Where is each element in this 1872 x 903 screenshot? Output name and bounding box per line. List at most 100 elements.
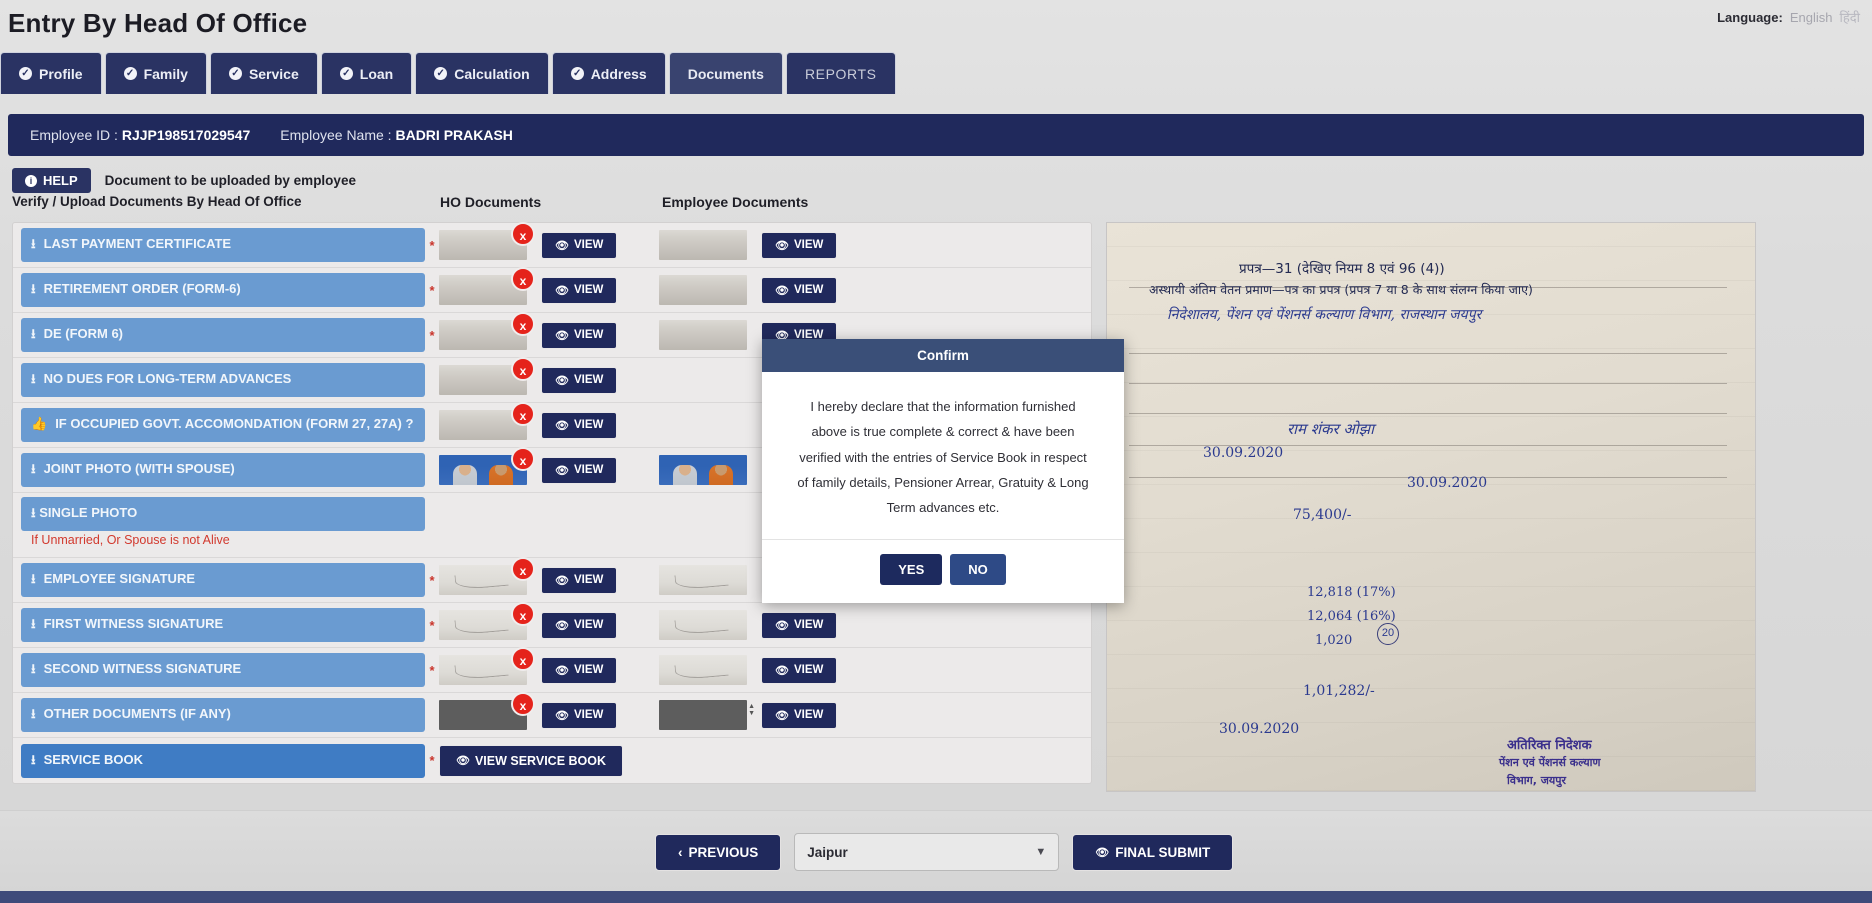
document-upload-no-dues-long-term-advances[interactable]: ⭳ NO DUES FOR LONG-TERM ADVANCES [21, 363, 425, 397]
view-employee-document-button[interactable]: 👁 VIEW [761, 611, 838, 639]
language-hindi-option[interactable]: हिंदी [1839, 8, 1860, 26]
remove-ho-document-button[interactable]: x [511, 267, 535, 291]
check-circle-icon: ✓ [570, 67, 584, 80]
preview-line-3: निदेशालय, पेंशन एवं पेंशनर्स कल्याण विभा… [1167, 307, 1482, 323]
help-button[interactable]: i HELP [12, 168, 91, 193]
document-preview-panel[interactable]: प्रपत्र—31 (देखिए नियम 8 एवं 96 (4)) अस्… [1106, 222, 1756, 792]
view-ho-document-button[interactable]: 👁 VIEW [541, 366, 618, 394]
required-asterisk: * [429, 282, 435, 298]
remove-ho-document-button[interactable]: x [511, 692, 535, 716]
employee-document-thumbnail[interactable] [659, 230, 747, 260]
previous-button[interactable]: ‹ PREVIOUS [655, 833, 782, 871]
view-ho-document-button[interactable]: 👁 VIEW [541, 701, 618, 729]
required-asterisk: * [429, 617, 435, 633]
view-employee-document-button[interactable]: 👁 VIEW [761, 276, 838, 304]
remove-ho-document-button[interactable]: x [511, 557, 535, 581]
employee-document-thumbnail[interactable] [659, 700, 747, 730]
tab-family[interactable]: ✓ Family [104, 52, 207, 94]
ho-view-cell: 👁 VIEW [541, 566, 659, 594]
spinner-stepper[interactable]: ▲ ▼ [748, 703, 755, 717]
view-ho-document-button[interactable]: 👁 VIEW [541, 566, 618, 594]
document-upload-joint-photo[interactable]: ⭳ JOINT PHOTO (WITH SPOUSE) [21, 453, 425, 487]
tab-profile[interactable]: ✓ Profile [0, 52, 102, 94]
remove-ho-document-button[interactable]: x [511, 357, 535, 381]
preview-stamp-line-2: पेंशन एवं पेंशनर्स कल्याण [1499, 756, 1601, 769]
employee-document-thumbnail[interactable] [659, 455, 747, 485]
view-service-book-label: VIEW SERVICE BOOK [474, 753, 607, 768]
view-ho-document-button[interactable]: 👁 VIEW [541, 456, 618, 484]
view-ho-document-button[interactable]: 👁 VIEW [541, 276, 618, 304]
tab-label: Documents [687, 65, 764, 82]
employee-view-cell: 👁 VIEW [761, 611, 879, 639]
view-ho-document-button[interactable]: 👁 VIEW [541, 231, 618, 259]
ho-thumbnail-cell [439, 510, 541, 540]
ho-view-cell: 👁 VIEW [541, 611, 659, 639]
document-upload-service-book[interactable]: ⭳ SERVICE BOOK [21, 743, 425, 778]
view-ho-document-button[interactable]: 👁 VIEW [541, 656, 618, 684]
view-employee-document-button[interactable]: 👁 VIEW [761, 656, 838, 684]
tab-service[interactable]: ✓ Service [209, 52, 318, 94]
eye-icon: 👁 [555, 574, 569, 587]
document-upload-last-payment-certificate[interactable]: ⭳ LAST PAYMENT CERTIFICATE [21, 228, 425, 262]
remove-ho-document-button[interactable]: x [511, 402, 535, 426]
employee-document-thumbnail-empty [659, 510, 747, 540]
document-label: SECOND WITNESS SIGNATURE [43, 661, 242, 676]
remove-ho-document-button[interactable]: x [511, 222, 535, 246]
view-label: VIEW [793, 239, 824, 251]
employee-document-thumbnail[interactable] [659, 275, 747, 305]
tab-reports[interactable]: REPORTS [785, 52, 896, 94]
employee-thumbnail-cell [659, 365, 761, 395]
eye-icon: 👁 [555, 709, 569, 722]
employee-document-thumbnail[interactable] [659, 655, 747, 685]
document-upload-second-witness-signature[interactable]: ⭳ SECOND WITNESS SIGNATURE [21, 653, 425, 687]
document-label: SERVICE BOOK [43, 751, 144, 767]
district-select[interactable]: Jaipur ▼ [794, 833, 1060, 871]
tab-loan[interactable]: ✓ Loan [320, 52, 413, 94]
final-submit-label: FINAL SUBMIT [1115, 844, 1211, 860]
confirm-dialog-title: Confirm [762, 339, 1124, 372]
view-employee-document-button[interactable]: 👁 VIEW [761, 231, 838, 259]
final-submit-button[interactable]: 👁 FINAL SUBMIT [1072, 833, 1234, 871]
remove-ho-document-button[interactable]: x [511, 312, 535, 336]
language-english-option[interactable]: English [1790, 10, 1833, 25]
employee-document-thumbnail[interactable] [659, 320, 747, 350]
eye-icon: 👁 [555, 419, 569, 432]
confirm-dialog-actions: YES NO [762, 538, 1124, 603]
view-label: VIEW [573, 709, 604, 721]
document-label: SINGLE PHOTO [39, 505, 138, 520]
confirm-no-button[interactable]: NO [950, 553, 1006, 585]
view-ho-document-button[interactable]: 👁 VIEW [541, 411, 618, 439]
tab-address[interactable]: ✓ Address [551, 52, 666, 94]
document-upload-first-witness-signature[interactable]: ⭳ FIRST WITNESS SIGNATURE [21, 608, 425, 642]
remove-ho-document-button[interactable]: x [511, 602, 535, 626]
remove-ho-document-button[interactable]: x [511, 447, 535, 471]
table-row: ⭳ SERVICE BOOK * 👁 VIEW SERVICE BOOK [13, 738, 1091, 783]
chevron-down-icon[interactable]: ▼ [748, 710, 755, 717]
chevron-up-icon[interactable]: ▲ [748, 703, 755, 710]
document-label: DE (FORM 6) [43, 326, 124, 341]
document-upload-govt-accommodation[interactable]: 👍 IF OCCUPIED GOVT. ACCOMONDATION (FORM … [21, 408, 425, 442]
previous-label: PREVIOUS [688, 844, 759, 860]
document-upload-de-form6[interactable]: ⭳ DE (FORM 6) [21, 318, 425, 352]
eye-icon: 👁 [555, 329, 569, 342]
eye-icon: 👁 [775, 664, 789, 677]
view-ho-document-button[interactable]: 👁 VIEW [541, 321, 618, 349]
remove-ho-document-button[interactable]: x [511, 647, 535, 671]
tab-documents[interactable]: Documents [668, 52, 783, 94]
employee-thumbnail-cell [659, 320, 761, 350]
view-service-book-button[interactable]: 👁 VIEW SERVICE BOOK [439, 744, 624, 777]
confirm-yes-button[interactable]: YES [880, 553, 943, 585]
tab-calculation[interactable]: ✓ Calculation [415, 52, 549, 94]
view-employee-document-button[interactable]: 👁 VIEW [761, 701, 838, 729]
document-upload-single-photo[interactable]: ⭳ SINGLE PHOTO [21, 497, 425, 531]
language-switcher[interactable]: Language: English हिंदी [1717, 8, 1860, 26]
employee-document-thumbnail[interactable] [659, 610, 747, 640]
view-ho-document-button[interactable]: 👁 VIEW [541, 611, 618, 639]
document-upload-employee-signature[interactable]: ⭳ EMPLOYEE SIGNATURE [21, 563, 425, 597]
help-note: Document to be uploaded by employee [104, 173, 356, 188]
chevron-down-icon: ▼ [1035, 846, 1047, 858]
eye-icon: 👁 [555, 664, 569, 677]
employee-document-thumbnail[interactable] [659, 565, 747, 595]
document-upload-retirement-order[interactable]: ⭳ RETIREMENT ORDER (FORM-6) [21, 273, 425, 307]
document-upload-other-documents[interactable]: ⭳ OTHER DOCUMENTS (IF ANY) [21, 698, 425, 732]
